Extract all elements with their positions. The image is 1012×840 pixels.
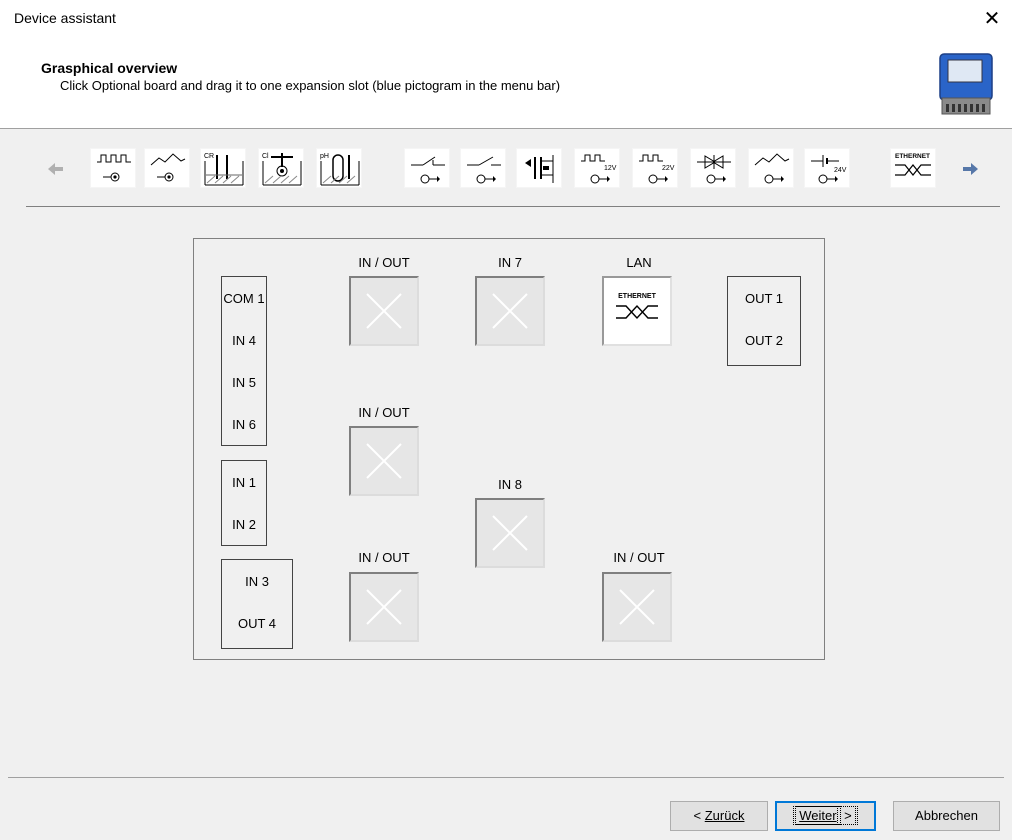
empty-slot-icon [492,293,528,329]
contact-no-output-icon[interactable] [460,148,506,188]
back-prefix: < [693,808,705,823]
slot-label-in8: IN 8 [498,477,522,492]
fixed-group-in1-in2: IN 1 IN 2 [221,460,267,546]
slot-label-io1: IN / OUT [358,255,410,270]
label-com1: COM 1 [223,291,265,306]
slot-label-lan: LAN [626,255,652,270]
arrow-right-icon[interactable] [958,158,982,180]
12v-caption: 12V [604,165,617,172]
empty-slot-icon [492,515,528,551]
empty-slot-icon [366,293,402,329]
next-button-text: Weiter > [793,806,858,825]
back-button[interactable]: < Zurück [670,801,768,831]
expansion-slot-io1[interactable] [349,276,419,346]
transistor-output-icon[interactable] [516,148,562,188]
next-button[interactable]: Weiter > [775,801,876,831]
ethernet-module-icon: ETHERNET [616,293,658,320]
expansion-slot-io4[interactable] [602,572,672,642]
expansion-slot-in7[interactable] [475,276,545,346]
board-overview: COM 1 IN 4 IN 5 IN 6 IN 1 IN 2 IN 3 OUT … [193,238,825,660]
lan-module-caption: ETHERNET [618,293,656,300]
slot-label-io3: IN / OUT [358,550,410,565]
pulse-12v-output-icon[interactable]: 12V [574,148,620,188]
label-in5: IN 5 [232,375,256,390]
expansion-slot-io3[interactable] [349,572,419,642]
cl-caption: Cl [262,153,269,160]
footer-divider [8,777,1004,778]
cr-sensor-icon[interactable]: CR [200,148,246,188]
title-bar: Device assistant ✕ [0,0,1012,40]
analog-output-icon[interactable] [748,148,794,188]
close-button[interactable]: ✕ [976,5,1008,33]
fixed-group-outputs: OUT 1 OUT 2 [727,276,801,366]
empty-slot-icon [619,589,655,625]
window-title: Device assistant [14,10,116,26]
page-title: Grasphical overview [41,60,178,76]
24v-caption: 24V [834,167,847,174]
expansion-slot-lan[interactable]: ETHERNET [602,276,672,346]
slot-label-io4: IN / OUT [613,550,665,565]
page-subtitle: Click Optional board and drag it to one … [60,78,561,93]
dc-24v-output-icon[interactable]: 24V [804,148,850,188]
label-out2: OUT 2 [744,333,784,348]
cl-sensor-icon[interactable]: Cl [258,148,304,188]
label-in2: IN 2 [232,517,256,532]
arrow-left-icon[interactable] [44,158,68,180]
label-in1: IN 1 [232,475,256,490]
slot-label-in7: IN 7 [498,255,522,270]
label-out1: OUT 1 [744,291,784,306]
ethernet-module-icon[interactable]: ETHERNET [890,148,936,188]
label-in6: IN 6 [232,417,256,432]
wizard-header: Grasphical overview Click Optional board… [0,40,1012,129]
ph-caption: pH [320,153,329,160]
label-in4: IN 4 [232,333,256,348]
expansion-slot-in8[interactable] [475,498,545,568]
slot-label-io2: IN / OUT [358,405,410,420]
label-out4: OUT 4 [237,616,277,631]
next-suffix: > [836,806,856,825]
contact-nc-output-icon[interactable] [404,148,450,188]
toolbar-divider [26,206,1000,207]
controller-device-icon [934,48,998,120]
pulse-input-icon[interactable] [90,148,136,188]
fixed-group-in3-out4: IN 3 OUT 4 [221,559,293,649]
cancel-button[interactable]: Abbrechen [893,801,1000,831]
expansion-slot-io2[interactable] [349,426,419,496]
analog-input-icon[interactable] [144,148,190,188]
ethernet-caption: ETHERNET [895,153,930,160]
fixed-group-com-in: COM 1 IN 4 IN 5 IN 6 [221,276,267,446]
triac-output-icon[interactable] [690,148,736,188]
ph-sensor-icon[interactable]: pH [316,148,362,188]
pulse-22v-output-icon[interactable]: 22V [632,148,678,188]
next-label: Weiter [795,806,841,825]
label-in3: IN 3 [245,574,269,589]
empty-slot-icon [366,443,402,479]
cr-caption: CR [204,153,214,160]
empty-slot-icon [366,589,402,625]
back-label: Zurück [704,808,745,823]
22v-caption: 22V [662,165,675,172]
